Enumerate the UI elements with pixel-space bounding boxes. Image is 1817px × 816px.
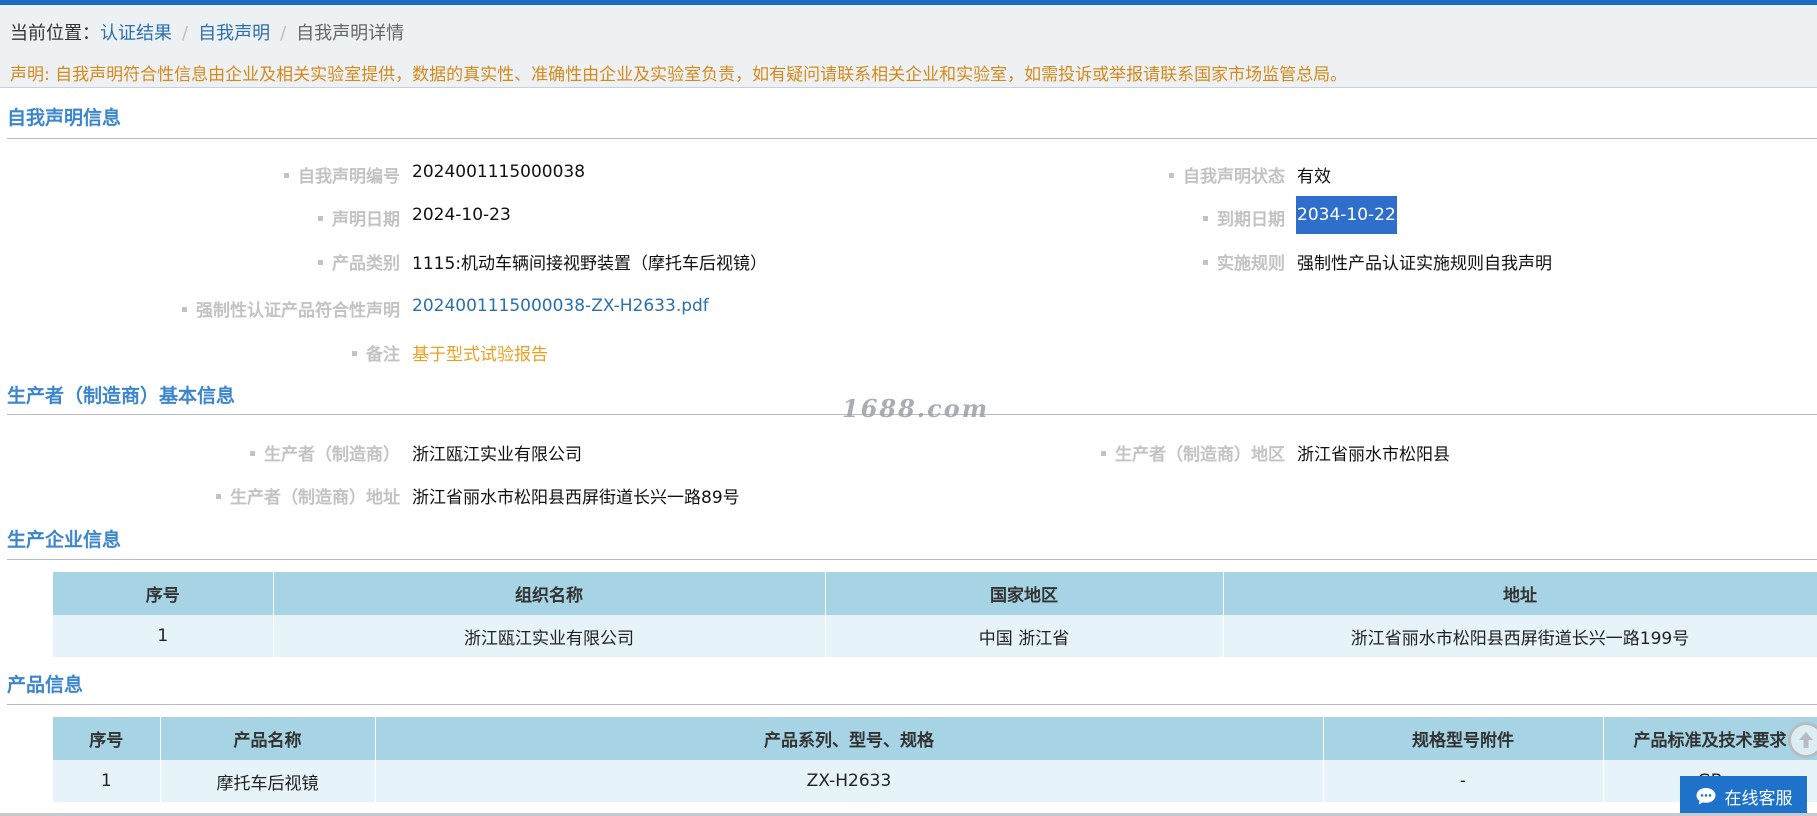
table-cell: -: [1323, 760, 1604, 802]
online-service-button[interactable]: 在线客服: [1680, 776, 1807, 816]
label-expiry-date: 到期日期: [1203, 205, 1285, 230]
column-header: 地址: [1223, 572, 1817, 615]
table-cell: 1: [53, 760, 161, 802]
bullet-icon: [216, 493, 221, 499]
bullet-icon: [1101, 450, 1106, 456]
table-header-row: 序号 组织名称 国家地区 地址: [53, 572, 1817, 615]
section-title-producer: 生产者（制造商）基本信息: [7, 385, 236, 407]
column-header: 产品标准及技术要求: [1603, 717, 1817, 760]
section-divider: [7, 138, 1817, 139]
product-table: 序号 产品名称 产品系列、型号、规格 规格型号附件 产品标准及技术要求 1 摩托…: [53, 717, 1817, 802]
bullet-icon: [182, 306, 187, 312]
breadcrumb-current: 自我声明详情: [296, 23, 405, 44]
table-cell: 浙江省丽水市松阳县西屏街道长兴一路199号: [1223, 615, 1817, 657]
table-cell: ZX-H2633: [375, 760, 1324, 802]
column-header: 序号: [53, 717, 161, 760]
value-expiry-date: 2034-10-22: [1296, 196, 1397, 234]
value-implementation-rule: 强制性产品认证实施规则自我声明: [1297, 254, 1552, 274]
label-declaration-number: 自我声明编号: [284, 162, 400, 187]
conformity-pdf-link[interactable]: 2024001115000038-ZX-H2633.pdf: [412, 296, 709, 316]
value-product-category: 1115:机动车辆间接视野装置（摩托车后视镜）: [412, 254, 767, 274]
bullet-icon: [318, 215, 323, 221]
enterprise-table: 序号 组织名称 国家地区 地址 1 浙江瓯江实业有限公司 中国 浙江省 浙江省丽…: [53, 572, 1817, 657]
value-producer-name: 浙江瓯江实业有限公司: [412, 445, 582, 465]
online-service-label: 在线客服: [1724, 788, 1793, 809]
breadcrumb: 当前位置：认证结果 / 自我声明 / 自我声明详情: [10, 19, 404, 45]
breadcrumb-separator: /: [280, 23, 287, 44]
breadcrumb-link-auth-results[interactable]: 认证结果: [100, 23, 172, 44]
label-declaration-status: 自我声明状态: [1169, 162, 1285, 187]
bullet-icon: [250, 450, 255, 456]
label-implementation-rule: 实施规则: [1203, 249, 1285, 274]
page-header: 当前位置：认证结果 / 自我声明 / 自我声明详情 声明: 自我声明符合性信息由企业及相…: [0, 5, 1817, 88]
label-producer-name: 生产者（制造商）: [250, 440, 400, 465]
table-row: 1 浙江瓯江实业有限公司 中国 浙江省 浙江省丽水市松阳县西屏街道长兴一路199…: [53, 615, 1817, 657]
table-cell: 浙江瓯江实业有限公司: [273, 615, 826, 657]
label-declaration-date: 声明日期: [318, 205, 400, 230]
table-cell: 摩托车后视镜: [160, 760, 376, 802]
table-cell: 1: [53, 615, 274, 657]
label-remark: 备注: [352, 340, 400, 365]
column-header: 组织名称: [273, 572, 826, 615]
section-divider: [7, 559, 1817, 560]
value-declaration-date: 2024-10-23: [412, 205, 511, 225]
section-title-product: 产品信息: [7, 674, 84, 696]
disclaimer-notice: 声明: 自我声明符合性信息由企业及相关实验室提供，数据的真实性、准确性由企业及实…: [10, 65, 1348, 85]
bullet-icon: [352, 350, 357, 356]
column-header: 规格型号附件: [1323, 717, 1604, 760]
table-row: 1 摩托车后视镜 ZX-H2633 - GB: [53, 760, 1817, 802]
label-producer-address: 生产者（制造商）地址: [216, 483, 400, 508]
table-header-row: 序号 产品名称 产品系列、型号、规格 规格型号附件 产品标准及技术要求: [53, 717, 1817, 760]
section-title-enterprise: 生产企业信息: [7, 529, 122, 551]
watermark: 1688.com: [842, 394, 990, 423]
value-declaration-number: 2024001115000038: [412, 162, 586, 182]
value-producer-address: 浙江省丽水市松阳县西屏街道长兴一路89号: [412, 488, 740, 508]
value-remark: 基于型式试验报告: [412, 345, 548, 365]
section-divider: [7, 704, 1817, 705]
column-header: 产品系列、型号、规格: [375, 717, 1324, 760]
scroll-to-top-button[interactable]: [1788, 722, 1817, 758]
breadcrumb-prefix: 当前位置：: [10, 23, 100, 44]
bullet-icon: [1169, 172, 1174, 178]
bullet-icon: [1203, 259, 1208, 265]
value-declaration-status: 有效: [1297, 167, 1331, 187]
label-conformity-declaration: 强制性认证产品符合性声明: [182, 296, 400, 321]
column-header: 序号: [53, 572, 274, 615]
bullet-icon: [1203, 215, 1208, 221]
bullet-icon: [284, 172, 289, 178]
bullet-icon: [318, 259, 323, 265]
section-title-declaration: 自我声明信息: [7, 107, 122, 129]
breadcrumb-separator: /: [182, 23, 189, 44]
arrow-up-circle-icon: [1799, 732, 1813, 748]
column-header: 产品名称: [160, 717, 376, 760]
chat-bubble-icon: [1695, 786, 1717, 806]
column-header: 国家地区: [825, 572, 1224, 615]
label-product-category: 产品类别: [318, 249, 400, 274]
value-producer-region: 浙江省丽水市松阳县: [1297, 445, 1450, 465]
table-cell: 中国 浙江省: [825, 615, 1224, 657]
label-producer-region: 生产者（制造商）地区: [1101, 440, 1285, 465]
breadcrumb-link-self-declaration[interactable]: 自我声明: [198, 23, 270, 44]
